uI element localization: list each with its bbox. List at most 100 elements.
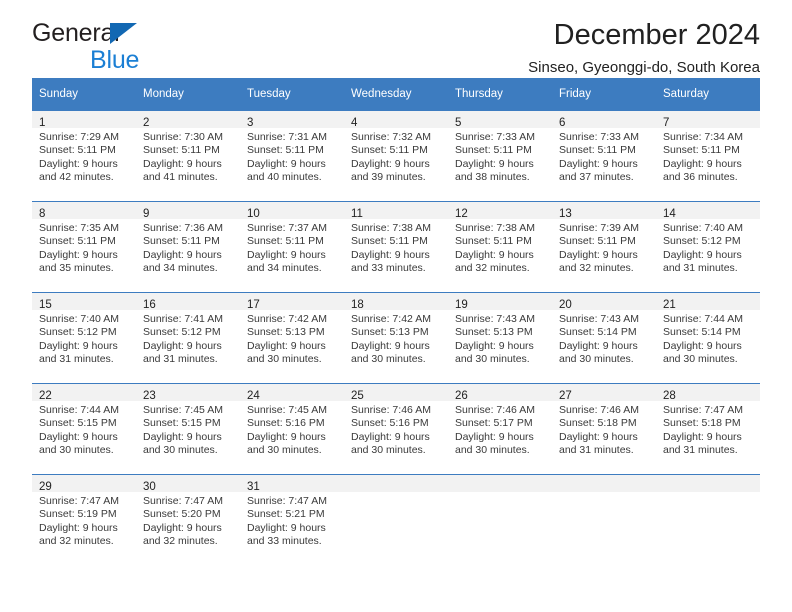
sunrise-text: Sunrise: 7:38 AM — [351, 222, 431, 234]
day-number: 30 — [143, 481, 156, 493]
sunset-text: Sunset: 5:15 PM — [143, 417, 221, 430]
calendar-day-cell — [552, 474, 656, 565]
calendar-day-cell[interactable]: 17 Sunrise: 7:42 AM Sunset: 5:13 PM Dayligh… — [240, 292, 344, 384]
day-number: 28 — [663, 390, 676, 402]
day-cell-content: 20 Sunrise: 7:43 AM Sunset: 5:14 PM Dayligh… — [552, 293, 656, 383]
day-sun-info — [344, 492, 448, 495]
day-number-band: 27 — [552, 384, 656, 402]
daylight-text: Daylight: 9 hours and 38 minutes. — [455, 157, 534, 184]
sunrise-text: Sunrise: 7:46 AM — [559, 404, 639, 416]
day-sun-info: Sunrise: 7:38 AM Sunset: 5:11 PM Daylight:… — [448, 219, 552, 276]
day-number-band: 15 — [32, 293, 136, 311]
day-cell-content — [344, 475, 448, 565]
sunset-text: Sunset: 5:11 PM — [39, 235, 116, 248]
day-number-band: 8 — [32, 202, 136, 220]
day-number: 20 — [559, 299, 572, 311]
calendar-day-cell[interactable]: 5 Sunrise: 7:33 AM Sunset: 5:11 PM Daylight… — [448, 110, 552, 202]
day-sun-info: Sunrise: 7:45 AM Sunset: 5:16 PM Daylight:… — [240, 401, 344, 458]
day-number: 9 — [143, 208, 150, 220]
sunset-text: Sunset: 5:20 PM — [143, 508, 221, 521]
calendar-day-cell[interactable]: 6 Sunrise: 7:33 AM Sunset: 5:11 PM Daylight… — [552, 110, 656, 202]
calendar-day-cell[interactable]: 9 Sunrise: 7:36 AM Sunset: 5:11 PM Daylight… — [136, 201, 240, 293]
day-sun-info: Sunrise: 7:46 AM Sunset: 5:16 PM Daylight:… — [344, 401, 448, 458]
sunset-text: Sunset: 5:18 PM — [559, 417, 637, 430]
calendar-day-cell — [344, 474, 448, 565]
calendar-header-row: Sunday Monday Tuesday Wednesday Thursday… — [32, 78, 760, 111]
calendar-day-cell[interactable]: 24 Sunrise: 7:45 AM Sunset: 5:16 PM Dayligh… — [240, 383, 344, 475]
day-number: 2 — [143, 117, 150, 129]
sunset-text: Sunset: 5:11 PM — [143, 144, 220, 157]
calendar-day-cell[interactable]: 16 Sunrise: 7:41 AM Sunset: 5:12 PM Dayligh… — [136, 292, 240, 384]
calendar-day-cell[interactable]: 21 Sunrise: 7:44 AM Sunset: 5:14 PM Dayligh… — [656, 292, 760, 384]
day-number-band: 20 — [552, 293, 656, 311]
sunset-text: Sunset: 5:12 PM — [39, 326, 117, 339]
calendar-day-cell[interactable]: 4 Sunrise: 7:32 AM Sunset: 5:11 PM Daylight… — [344, 110, 448, 202]
calendar-day-cell[interactable]: 10 Sunrise: 7:37 AM Sunset: 5:11 PM Dayligh… — [240, 201, 344, 293]
sunset-text: Sunset: 5:12 PM — [663, 235, 741, 248]
day-number: 4 — [351, 117, 358, 129]
calendar-day-cell[interactable]: 7 Sunrise: 7:34 AM Sunset: 5:11 PM Daylight… — [656, 110, 760, 202]
sunset-text: Sunset: 5:11 PM — [455, 144, 532, 157]
day-number-band: 30 — [136, 475, 240, 493]
calendar-day-cell[interactable]: 15 Sunrise: 7:40 AM Sunset: 5:12 PM Dayligh… — [32, 292, 136, 384]
calendar-day-cell[interactable]: 23 Sunrise: 7:45 AM Sunset: 5:15 PM Dayligh… — [136, 383, 240, 475]
calendar-day-cell[interactable]: 27 Sunrise: 7:46 AM Sunset: 5:18 PM Dayligh… — [552, 383, 656, 475]
calendar-day-cell[interactable]: 19 Sunrise: 7:43 AM Sunset: 5:13 PM Dayligh… — [448, 292, 552, 384]
day-cell-content: 27 Sunrise: 7:46 AM Sunset: 5:18 PM Dayligh… — [552, 384, 656, 474]
sunset-text: Sunset: 5:16 PM — [247, 417, 325, 430]
brand-logo[interactable]: General Blue — [32, 20, 232, 73]
day-cell-content: 22 Sunrise: 7:44 AM Sunset: 5:15 PM Dayligh… — [32, 384, 136, 474]
day-number: 5 — [455, 117, 462, 129]
calendar-day-cell[interactable]: 26 Sunrise: 7:46 AM Sunset: 5:17 PM Dayligh… — [448, 383, 552, 475]
calendar-day-cell[interactable]: 31 Sunrise: 7:47 AM Sunset: 5:21 PM Dayligh… — [240, 474, 344, 565]
calendar-day-cell[interactable]: 30 Sunrise: 7:47 AM Sunset: 5:20 PM Dayligh… — [136, 474, 240, 565]
daylight-text: Daylight: 9 hours and 30 minutes. — [351, 339, 430, 366]
day-sun-info: Sunrise: 7:47 AM Sunset: 5:18 PM Daylight:… — [656, 401, 760, 458]
calendar-day-cell[interactable]: 12 Sunrise: 7:38 AM Sunset: 5:11 PM Dayligh… — [448, 201, 552, 293]
day-number: 10 — [247, 208, 260, 220]
day-sun-info: Sunrise: 7:45 AM Sunset: 5:15 PM Daylight:… — [136, 401, 240, 458]
daylight-text: Daylight: 9 hours and 31 minutes. — [663, 248, 742, 275]
calendar-day-cell[interactable]: 8 Sunrise: 7:35 AM Sunset: 5:11 PM Daylight… — [32, 201, 136, 293]
sunset-text: Sunset: 5:17 PM — [455, 417, 533, 430]
sunrise-text: Sunrise: 7:47 AM — [143, 495, 223, 507]
sunrise-text: Sunrise: 7:36 AM — [143, 222, 223, 234]
day-sun-info: Sunrise: 7:43 AM Sunset: 5:13 PM Daylight:… — [448, 310, 552, 367]
sunrise-text: Sunrise: 7:42 AM — [247, 313, 327, 325]
daylight-text: Daylight: 9 hours and 30 minutes. — [559, 339, 638, 366]
day-cell-content: 21 Sunrise: 7:44 AM Sunset: 5:14 PM Dayligh… — [656, 293, 760, 383]
calendar-day-cell[interactable]: 28 Sunrise: 7:47 AM Sunset: 5:18 PM Dayligh… — [656, 383, 760, 475]
calendar-day-cell[interactable]: 11 Sunrise: 7:38 AM Sunset: 5:11 PM Dayligh… — [344, 201, 448, 293]
calendar-day-cell[interactable]: 13 Sunrise: 7:39 AM Sunset: 5:11 PM Dayligh… — [552, 201, 656, 293]
calendar-day-cell[interactable]: 14 Sunrise: 7:40 AM Sunset: 5:12 PM Dayligh… — [656, 201, 760, 293]
calendar-week-row: 1 Sunrise: 7:29 AM Sunset: 5:11 PM Daylight… — [32, 110, 760, 202]
calendar-day-cell[interactable]: 2 Sunrise: 7:30 AM Sunset: 5:11 PM Daylight… — [136, 110, 240, 202]
weekday-header-sunday: Sunday — [32, 78, 136, 111]
calendar-day-cell[interactable]: 25 Sunrise: 7:46 AM Sunset: 5:16 PM Dayligh… — [344, 383, 448, 475]
day-number: 8 — [39, 208, 46, 220]
day-cell-content: 28 Sunrise: 7:47 AM Sunset: 5:18 PM Dayligh… — [656, 384, 760, 474]
daylight-text: Daylight: 9 hours and 30 minutes. — [247, 339, 326, 366]
day-number: 19 — [455, 299, 468, 311]
day-number-band: 2 — [136, 111, 240, 129]
page-title: December 2024 — [553, 19, 760, 51]
calendar-day-cell[interactable]: 20 Sunrise: 7:43 AM Sunset: 5:14 PM Dayligh… — [552, 292, 656, 384]
sunset-text: Sunset: 5:11 PM — [247, 235, 324, 248]
day-number-band — [448, 475, 552, 492]
day-number: 3 — [247, 117, 254, 129]
sunrise-text: Sunrise: 7:34 AM — [663, 131, 743, 143]
calendar-day-cell[interactable]: 1 Sunrise: 7:29 AM Sunset: 5:11 PM Daylight… — [32, 110, 136, 202]
calendar-day-cell[interactable]: 18 Sunrise: 7:42 AM Sunset: 5:13 PM Dayligh… — [344, 292, 448, 384]
sunrise-text: Sunrise: 7:47 AM — [247, 495, 327, 507]
calendar-week-row: 15 Sunrise: 7:40 AM Sunset: 5:12 PM Dayligh… — [32, 292, 760, 384]
day-number: 11 — [351, 208, 363, 220]
calendar-day-cell[interactable]: 3 Sunrise: 7:31 AM Sunset: 5:11 PM Daylight… — [240, 110, 344, 202]
day-sun-info: Sunrise: 7:35 AM Sunset: 5:11 PM Daylight:… — [32, 219, 136, 276]
sunset-text: Sunset: 5:11 PM — [559, 144, 636, 157]
sunset-text: Sunset: 5:16 PM — [351, 417, 429, 430]
day-cell-content: 17 Sunrise: 7:42 AM Sunset: 5:13 PM Dayligh… — [240, 293, 344, 383]
calendar-day-cell[interactable]: 22 Sunrise: 7:44 AM Sunset: 5:15 PM Dayligh… — [32, 383, 136, 475]
calendar-day-cell[interactable]: 29 Sunrise: 7:47 AM Sunset: 5:19 PM Dayligh… — [32, 474, 136, 565]
day-number-band: 11 — [344, 202, 448, 220]
sunset-text: Sunset: 5:11 PM — [143, 235, 220, 248]
